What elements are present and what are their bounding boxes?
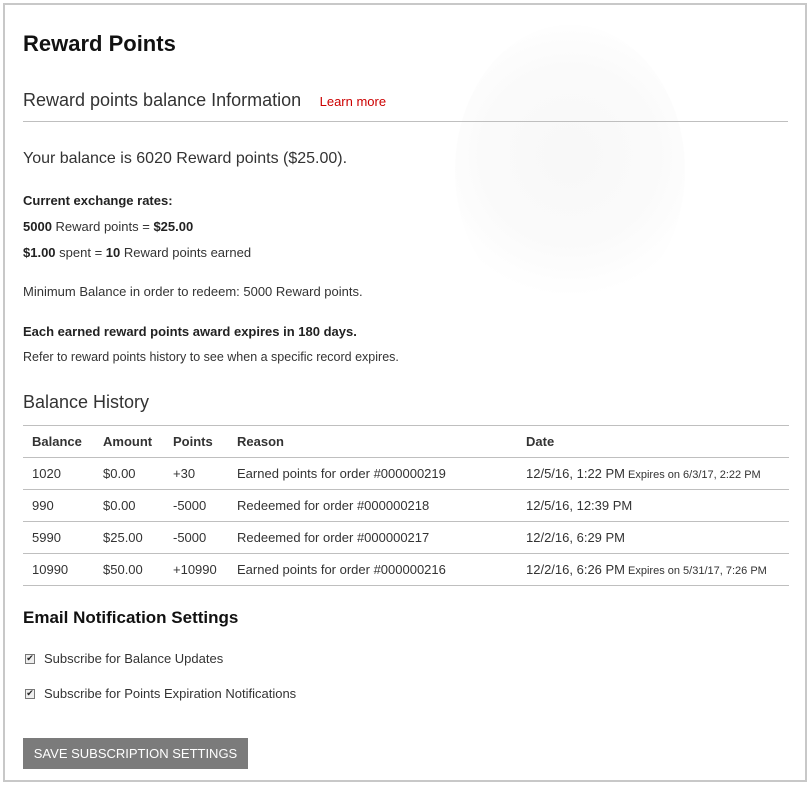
balance-updates-checkbox[interactable]: ✔ (25, 653, 35, 664)
table-row: 990 $0.00 -5000 Redeemed for order #0000… (23, 490, 789, 522)
balance-section-header: Reward points balance Information Learn … (23, 90, 788, 122)
background-watermark (455, 25, 685, 315)
earn-rate-spent: $1.00 (23, 245, 56, 260)
cell-amount: $50.00 (103, 562, 143, 577)
date-text: 12/2/16, 6:29 PM (526, 530, 626, 545)
column-header-balance: Balance (32, 434, 82, 449)
redeem-rate-value: $25.00 (153, 219, 194, 234)
cell-reason: Earned points for order #000000219 (237, 466, 446, 481)
earn-rate-points: 10 (105, 245, 121, 260)
redeem-rate-points: 5000 (23, 219, 52, 234)
table-row: 1020 $0.00 +30 Earned points for order #… (23, 458, 789, 490)
save-subscription-button[interactable]: SAVE SUBSCRIPTION SETTINGS (23, 738, 248, 769)
learn-more-link[interactable]: Learn more (320, 94, 386, 109)
minimum-balance-text: Minimum Balance in order to redeem: 5000… (23, 284, 363, 299)
balance-updates-option[interactable]: ✔ Subscribe for Balance Updates (23, 651, 223, 666)
expiry-refer-text: Refer to reward points history to see wh… (23, 350, 399, 364)
page-frame: Reward Points Reward points balance Info… (3, 3, 807, 782)
earn-rate-suffix: Reward points earned (120, 245, 252, 260)
expires-text: Expires on 6/3/17, 2:22 PM (628, 469, 761, 481)
expiration-notifications-option[interactable]: ✔ Subscribe for Points Expiration Notifi… (23, 686, 296, 701)
cell-reason: Redeemed for order #000000218 (237, 498, 430, 513)
cell-balance: 990 (32, 498, 54, 513)
table-row: 10990 $50.00 +10990 Earned points for or… (23, 554, 789, 586)
expiration-notifications-label: Subscribe for Points Expiration Notifica… (44, 686, 297, 701)
cell-reason: Earned points for order #000000216 (237, 562, 446, 577)
balance-updates-label: Subscribe for Balance Updates (44, 651, 224, 666)
expiration-notifications-checkbox[interactable]: ✔ (25, 688, 35, 699)
cell-points: +10990 (173, 562, 217, 577)
cell-date: 12/2/16, 6:29 PM (517, 522, 789, 554)
cell-date: 12/5/16, 1:22 PM Expires on 6/3/17, 2:22 … (517, 458, 789, 490)
cell-points: -5000 (173, 530, 207, 545)
expires-text: Expires on 5/31/17, 7:26 PM (628, 565, 767, 577)
expiry-notice: Each earned reward points award expires … (23, 324, 357, 339)
balance-history-title: Balance History (23, 392, 150, 412)
date-text: 12/2/16, 6:26 PM (526, 562, 626, 577)
column-header-points: Points (173, 434, 213, 449)
cell-balance: 5990 (32, 530, 61, 545)
table-header-row: Balance Amount Points Reason Date (23, 425, 789, 458)
cell-date: 12/5/16, 12:39 PM (517, 490, 789, 522)
balance-section-title: Reward points balance Information (23, 90, 302, 110)
balance-history-table: Balance Amount Points Reason Date 1020 $… (23, 425, 789, 586)
column-header-amount: Amount (103, 434, 153, 449)
redeem-rate-label: Reward points = (51, 219, 154, 234)
cell-date: 12/2/16, 6:26 PM Expires on 5/31/17, 7:26… (517, 554, 789, 586)
exchange-rates-label: Current exchange rates: (23, 193, 173, 208)
earn-rate: $1.00 spent = 10 Reward points earned (23, 245, 251, 260)
cell-points: +30 (173, 466, 196, 481)
email-settings-title: Email Notification Settings (23, 608, 239, 627)
table-row: 5990 $25.00 -5000 Redeemed for order #00… (23, 522, 789, 554)
date-text: 12/5/16, 12:39 PM (526, 498, 633, 513)
cell-balance: 10990 (32, 562, 69, 577)
cell-amount: $0.00 (103, 498, 136, 513)
cell-balance: 1020 (32, 466, 61, 481)
cell-points: -5000 (173, 498, 207, 513)
cell-amount: $0.00 (103, 466, 136, 481)
balance-summary: Your balance is 6020 Reward points ($25.… (23, 150, 348, 167)
page-title: Reward Points (23, 31, 176, 56)
redeem-rate: 5000 Reward points = $25.00 (23, 219, 193, 234)
cell-reason: Redeemed for order #000000217 (237, 530, 430, 545)
cell-amount: $25.00 (103, 530, 143, 545)
column-header-reason: Reason (237, 434, 284, 449)
date-text: 12/5/16, 1:22 PM (526, 466, 626, 481)
column-header-date: Date (526, 434, 555, 449)
earn-rate-label: spent = (55, 245, 106, 260)
